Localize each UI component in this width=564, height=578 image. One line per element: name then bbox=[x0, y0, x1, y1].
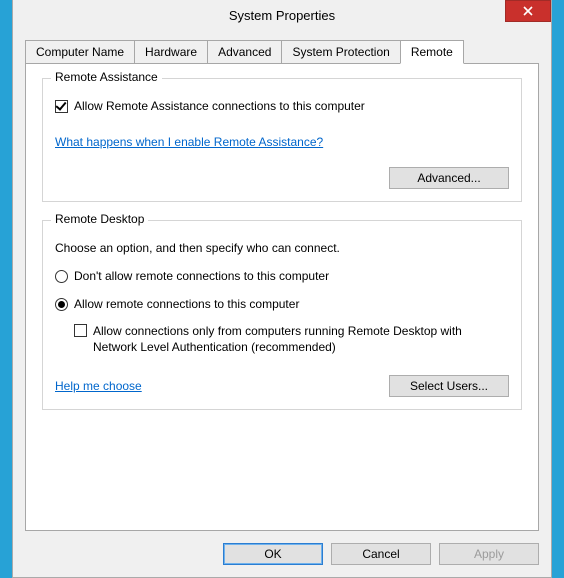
select-users-button[interactable]: Select Users... bbox=[389, 375, 509, 397]
link-remote-assistance-help[interactable]: What happens when I enable Remote Assist… bbox=[55, 135, 323, 149]
tabstrip: Computer Name Hardware Advanced System P… bbox=[25, 40, 539, 64]
tab-panel-remote: Remote Assistance Allow Remote Assistanc… bbox=[25, 63, 539, 531]
group-remote-assistance: Remote Assistance Allow Remote Assistanc… bbox=[42, 78, 522, 202]
tab-remote[interactable]: Remote bbox=[400, 40, 464, 64]
label-nla-only: Allow connections only from computers ru… bbox=[93, 323, 509, 355]
label-allow-remote: Allow remote connections to this compute… bbox=[74, 297, 299, 311]
system-properties-window: System Properties Computer Name Hardware… bbox=[12, 0, 552, 578]
dialog-footer: OK Cancel Apply bbox=[13, 531, 551, 577]
radio-disallow-remote[interactable] bbox=[55, 270, 68, 283]
legend-remote-desktop: Remote Desktop bbox=[51, 212, 148, 226]
label-disallow-remote: Don't allow remote connections to this c… bbox=[74, 269, 329, 283]
close-icon bbox=[523, 6, 533, 16]
tab-hardware[interactable]: Hardware bbox=[134, 40, 208, 64]
tab-advanced[interactable]: Advanced bbox=[207, 40, 282, 64]
tab-system-protection[interactable]: System Protection bbox=[281, 40, 400, 64]
group-remote-desktop: Remote Desktop Choose an option, and the… bbox=[42, 220, 522, 410]
tab-computer-name[interactable]: Computer Name bbox=[25, 40, 135, 64]
remote-desktop-intro: Choose an option, and then specify who c… bbox=[55, 241, 509, 255]
dialog-body: Computer Name Hardware Advanced System P… bbox=[13, 30, 551, 531]
label-allow-remote-assistance: Allow Remote Assistance connections to t… bbox=[74, 99, 365, 113]
ok-button[interactable]: OK bbox=[223, 543, 323, 565]
apply-button[interactable]: Apply bbox=[439, 543, 539, 565]
titlebar: System Properties bbox=[13, 0, 551, 30]
checkbox-allow-remote-assistance[interactable] bbox=[55, 100, 68, 113]
checkbox-nla-only[interactable] bbox=[74, 324, 87, 337]
close-button[interactable] bbox=[505, 0, 551, 22]
link-help-me-choose[interactable]: Help me choose bbox=[55, 379, 142, 393]
window-title: System Properties bbox=[229, 8, 335, 23]
legend-remote-assistance: Remote Assistance bbox=[51, 70, 162, 84]
advanced-button[interactable]: Advanced... bbox=[389, 167, 509, 189]
cancel-button[interactable]: Cancel bbox=[331, 543, 431, 565]
radio-allow-remote[interactable] bbox=[55, 298, 68, 311]
